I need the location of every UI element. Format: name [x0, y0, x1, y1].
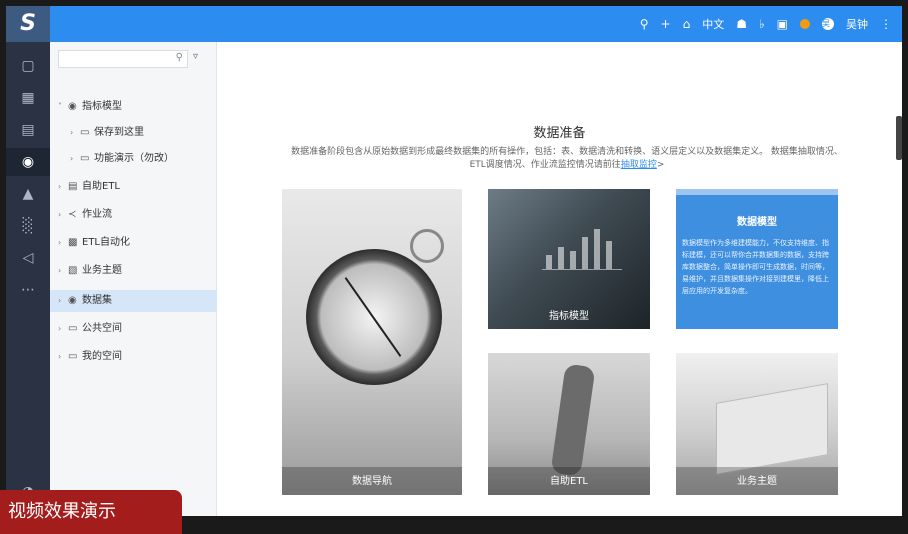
card-description: 数据模型作为多维建模能力，不仅支持维度、指标建模，还可以帮你合并数据集的数据，支… — [682, 239, 829, 295]
printer-icon[interactable]: ▣ — [777, 17, 788, 31]
home-icon[interactable]: ⌂ — [683, 17, 691, 31]
resource-tree: ⚲ ▿ ˅ ◉ 指标模型 › ▭ 保存到这里 › ▭ 功能演示（勿改） › ▤ 自助ETL › ≺… — [50, 42, 224, 516]
folder-icon: ▭ — [80, 153, 90, 164]
card-label: 指标模型 — [549, 311, 589, 322]
page-description: 数据准备阶段包含从原始数据到形成最终数据集的所有操作，包括：表、数据清洗和转换、… — [291, 147, 843, 170]
tree-node-public-space[interactable]: › ▭ 公共空间 — [50, 318, 224, 340]
chevron-right-icon[interactable]: › — [58, 204, 68, 226]
card-data-navigation[interactable]: 数据导航 — [282, 189, 462, 495]
compass-ring — [410, 229, 444, 263]
plus-icon[interactable]: + — [661, 17, 671, 31]
search-icon[interactable]: ⚲ — [176, 52, 183, 63]
scrollbar-handle[interactable] — [896, 116, 902, 160]
tree-node-metric-model[interactable]: ˅ ◉ 指标模型 — [50, 96, 224, 118]
chevron-right-icon[interactable]: › — [70, 122, 80, 144]
laptop-illustration — [716, 383, 828, 475]
automation-icon: ▩ — [68, 237, 78, 248]
card-data-model[interactable]: 数据模型 数据模型作为多维建模能力，不仅支持维度、指标建模，还可以帮你合并数据集… — [676, 189, 838, 329]
language-toggle[interactable]: 中文 — [702, 16, 724, 32]
chevron-right-icon[interactable]: › — [58, 318, 68, 340]
chart-tool-icon[interactable]: ▲ — [6, 180, 50, 208]
chart-illustration — [542, 219, 622, 270]
card-self-etl[interactable]: 自助ETL — [488, 353, 650, 495]
chevron-right-icon[interactable]: › — [58, 260, 68, 282]
illustration-bar — [594, 229, 600, 269]
card-metric-model[interactable]: 指标模型 — [488, 189, 650, 329]
monitor-icon[interactable]: ▢ — [6, 52, 50, 80]
report-icon[interactable]: ░ — [6, 212, 50, 240]
dataset-icon: ◉ — [68, 295, 77, 306]
chevron-right-icon[interactable]: › — [58, 176, 68, 198]
illustration-bar — [606, 241, 612, 269]
etl-illustration — [550, 363, 596, 477]
tree-node-workflow[interactable]: › ≺ 作业流 — [50, 204, 224, 226]
chevron-right-icon[interactable]: › — [58, 232, 68, 254]
illustration-bar — [558, 247, 564, 269]
page-title: 数据准备 — [533, 126, 586, 141]
more-icon[interactable]: ⋮ — [880, 17, 892, 31]
send-icon[interactable]: ◁ — [6, 244, 50, 272]
tree-node-demo[interactable]: › ▭ 功能演示（勿改） — [50, 148, 236, 170]
dataset-icon[interactable]: ◉ — [6, 148, 50, 176]
illustration-bar — [570, 251, 576, 269]
illustration-bar — [582, 237, 588, 269]
flow-icon: ≺ — [68, 209, 77, 220]
theme-icon: ▧ — [68, 265, 78, 276]
database-icon[interactable]: ▤ — [6, 116, 50, 144]
illustration-bar — [546, 255, 552, 269]
card-title: 数据模型 — [737, 217, 777, 228]
card-label: 自助ETL — [550, 476, 588, 487]
tree-node-self-etl[interactable]: › ▤ 自助ETL — [50, 176, 224, 198]
chevron-right-icon[interactable]: › — [58, 346, 68, 368]
tree-node-my-space[interactable]: › ▭ 我的空间 — [50, 346, 224, 368]
tree-node-dataset[interactable]: › ◉ 数据集 — [50, 290, 224, 312]
model-icon: ◉ — [68, 101, 77, 112]
etl-icon: ▤ — [68, 181, 78, 192]
video-caption: 视频效果演示 — [0, 490, 182, 534]
card-label: 数据导航 — [352, 476, 392, 487]
top-toolbar: ⚲ + ⌂ 中文 ☗ ♭ ▣ 吴 吴钟 ⋮ — [640, 6, 892, 42]
left-icon-rail: ▢ ▦ ▤ ◉ ▲ ░ ◁ ⋯ ◕ — [6, 42, 50, 516]
private-folder-icon: ▭ — [68, 351, 78, 362]
tree-node-business-theme[interactable]: › ▧ 业务主题 — [50, 260, 224, 282]
extraction-monitor-link[interactable]: 抽取监控 — [621, 160, 657, 170]
folder-icon: ▭ — [68, 323, 78, 334]
chevron-right-icon[interactable]: › — [58, 290, 68, 312]
card-business-theme[interactable]: 业务主题 — [676, 353, 838, 495]
folder-icon: ▭ — [80, 127, 90, 138]
user-avatar[interactable]: 吴 — [822, 18, 834, 30]
top-bar: S ⚲ + ⌂ 中文 ☗ ♭ ▣ 吴 吴钟 ⋮ — [6, 6, 902, 42]
card-top-strip — [676, 189, 838, 195]
more-icon[interactable]: ⋯ — [6, 276, 50, 304]
notification-icon[interactable] — [800, 19, 810, 29]
card-label: 业务主题 — [737, 476, 777, 487]
tree-node-etl-automation[interactable]: › ▩ ETL自动化 — [50, 232, 224, 254]
user-name[interactable]: 吴钟 — [846, 16, 868, 32]
filter-icon[interactable]: ▿ — [193, 51, 198, 62]
lock-icon[interactable]: ☗ — [736, 17, 747, 31]
app-logo[interactable]: S — [6, 6, 50, 42]
chevron-down-icon[interactable]: ˅ — [58, 96, 68, 118]
tree-node-save-here[interactable]: › ▭ 保存到这里 — [50, 122, 236, 144]
dashboard-icon[interactable]: ▦ — [6, 84, 50, 112]
app-window: S ⚲ + ⌂ 中文 ☗ ♭ ▣ 吴 吴钟 ⋮ ▢ ▦ ▤ ◉ ▲ ░ ◁ ⋯ … — [6, 6, 902, 516]
chevron-right-icon[interactable]: › — [70, 148, 80, 170]
search-icon[interactable]: ⚲ — [640, 17, 649, 31]
search-input[interactable]: ⚲ — [58, 50, 188, 68]
bell-icon[interactable]: ♭ — [759, 17, 765, 31]
